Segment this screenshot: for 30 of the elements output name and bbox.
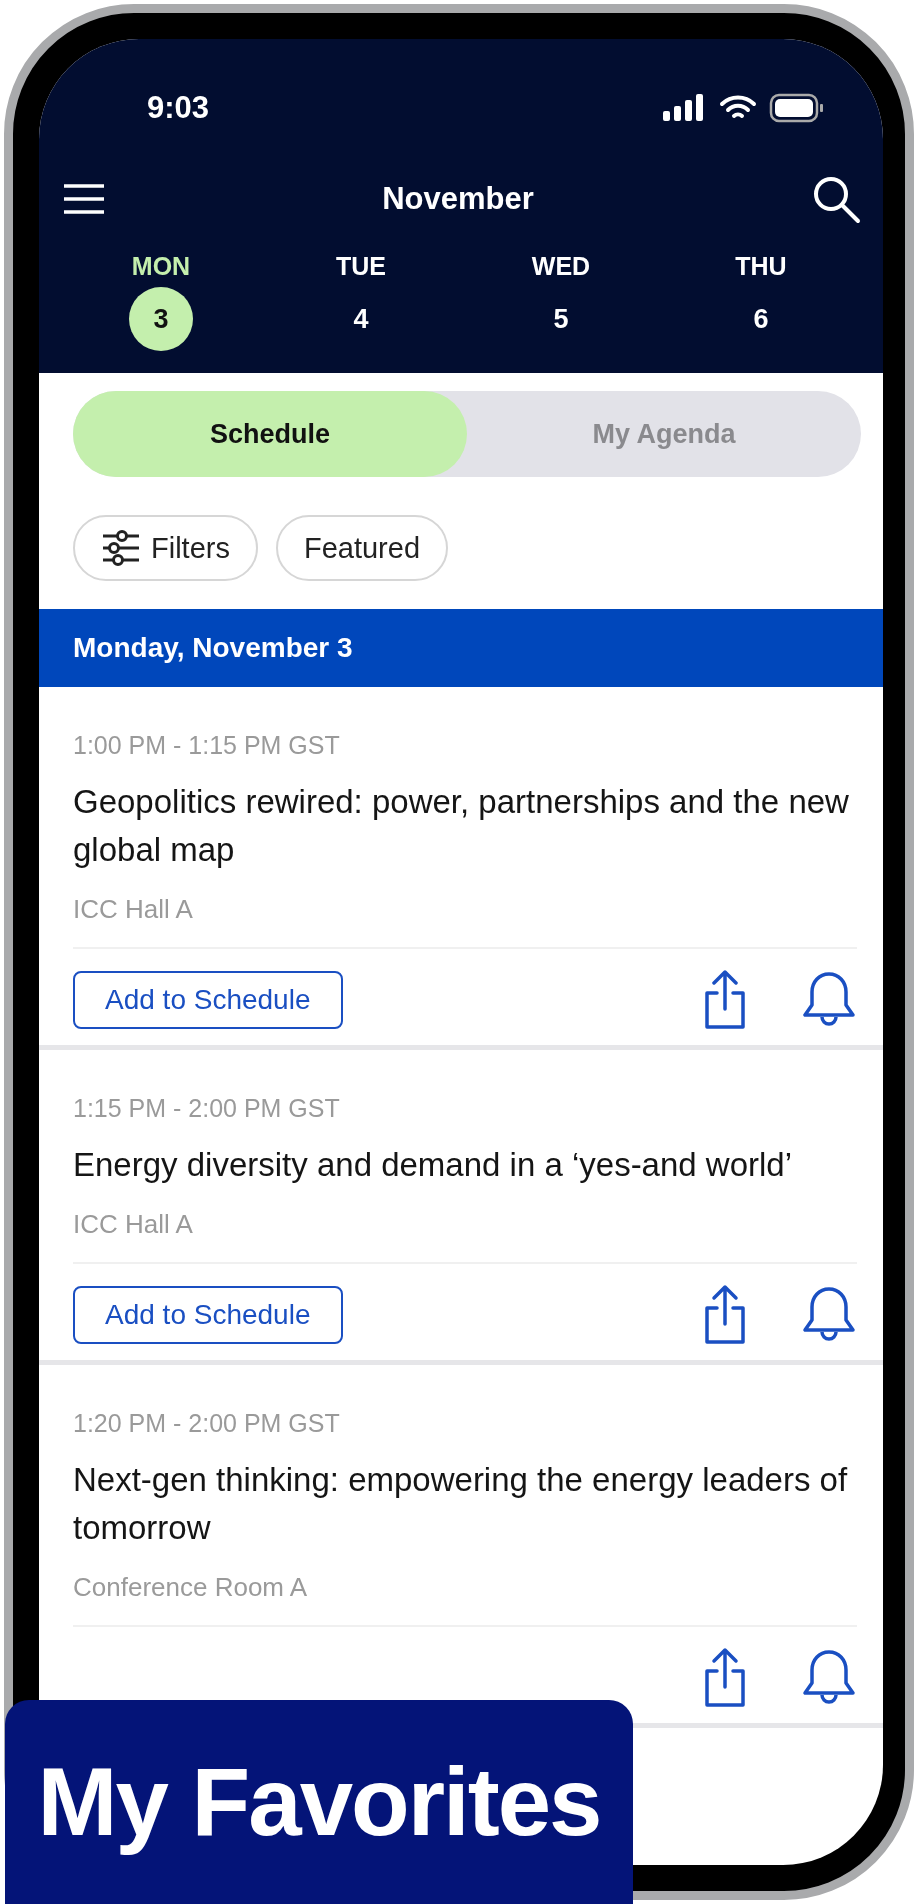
session-time: 1:00 PM - 1:15 PM GST [73, 731, 341, 760]
filters-chip[interactable]: Filters [73, 515, 258, 581]
session-title: Next-gen thinking: empowering the energy leaders of tomorrow [73, 1460, 849, 1548]
menu-icon[interactable] [63, 183, 105, 215]
filter-chip[interactable]: Featured [275, 515, 449, 581]
weekday-label: WED [531, 252, 591, 281]
weekday-label: MON [131, 252, 191, 281]
date-button[interactable]: 3 [129, 287, 193, 351]
session-location: ICC Hall A [73, 894, 194, 925]
add-to-schedule-button[interactable]: Add to Schedule [73, 1286, 343, 1344]
session-time: 1:15 PM - 2:00 PM GST [73, 1094, 341, 1123]
date-button[interactable]: 4 [329, 287, 393, 351]
session-location: Conference Room A [73, 1572, 309, 1603]
date-button[interactable]: 6 [729, 287, 793, 351]
segment-tab[interactable]: Schedule [73, 391, 467, 477]
add-to-schedule-button[interactable]: Add to Schedule [73, 971, 343, 1029]
session-time: 1:20 PM - 2:00 PM GST [73, 1409, 341, 1438]
weekday-label: TUE [336, 252, 386, 281]
search-icon[interactable] [811, 174, 861, 224]
status-time: 9:03 [147, 89, 210, 126]
section-title: Monday, November 3 [73, 632, 353, 664]
month-title: November [382, 181, 534, 217]
date-button[interactable]: 5 [529, 287, 593, 351]
session-title: Energy diversity and demand in a ‘yes-and world’ [73, 1145, 794, 1185]
sliders-icon [101, 530, 141, 566]
battery-icon [769, 92, 825, 123]
session-title: Geopolitics rewired: power, partnerships and the new global map [73, 782, 850, 870]
weekday-label: THU [735, 252, 787, 281]
session-location: ICC Hall A [73, 1209, 194, 1240]
banner-title: My Favorites [37, 1747, 601, 1857]
